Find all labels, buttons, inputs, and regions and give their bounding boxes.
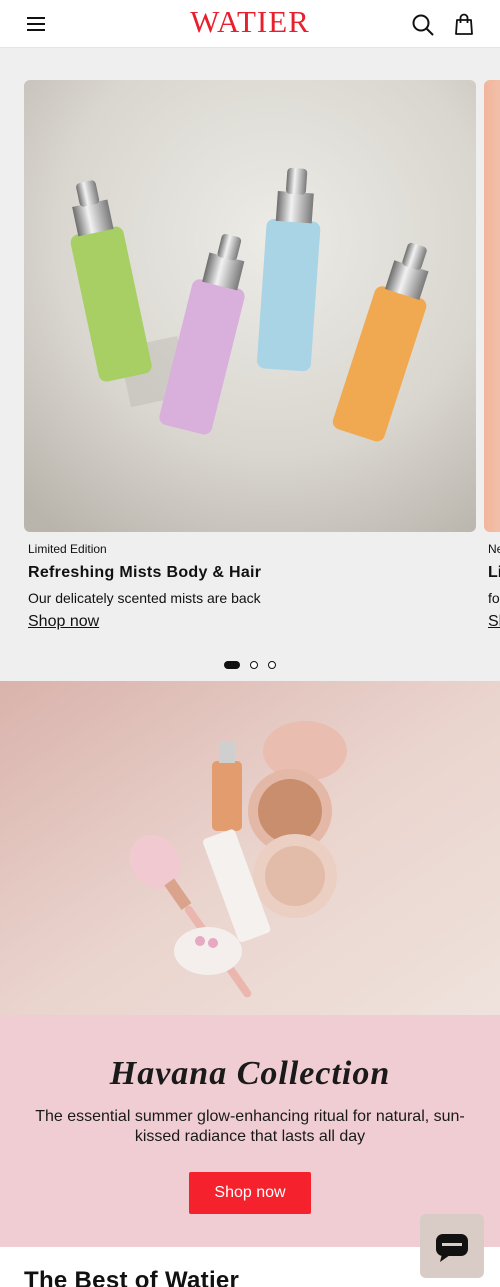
- slide-caption: Limited Edition Refreshing Mists Body & …: [28, 542, 468, 631]
- havana-collection-panel: Havana Collection The essential summer g…: [0, 1015, 500, 1247]
- havana-title: Havana Collection: [109, 1055, 391, 1092]
- next-slide-caption: Ne Li fo Sh: [488, 542, 500, 631]
- mist-bottles-photo: [24, 80, 476, 532]
- next-slide-link[interactable]: Sh: [488, 613, 500, 631]
- search-button[interactable]: [410, 12, 436, 38]
- carousel-pagination: [0, 659, 500, 671]
- site-header: WATIER: [0, 0, 500, 48]
- chat-bubble-icon: [436, 1234, 468, 1262]
- slide-title: Refreshing Mists Body & Hair: [28, 564, 262, 581]
- shopping-bag-icon: [455, 13, 473, 35]
- slide-image-mists[interactable]: [24, 80, 476, 532]
- pagination-dot-1[interactable]: [224, 661, 240, 669]
- best-of-title: The Best of Watier: [24, 1267, 240, 1287]
- hero-carousel: Limited Edition Refreshing Mists Body & …: [0, 48, 500, 681]
- havana-shop-now-button[interactable]: Shop now: [189, 1172, 311, 1214]
- next-slide-image[interactable]: [484, 80, 500, 532]
- havana-products-photo: [0, 681, 500, 1015]
- next-slide-eyebrow: Ne: [488, 542, 500, 556]
- cart-button[interactable]: [451, 11, 477, 37]
- next-slide-subtitle: fo: [488, 590, 500, 606]
- slide-shop-now-link[interactable]: Shop now: [28, 613, 99, 631]
- havana-description: The essential summer glow-enhancing ritu…: [35, 1108, 465, 1145]
- search-icon: [412, 14, 434, 36]
- pagination-dot-2[interactable]: [250, 661, 258, 669]
- slide-subtitle: Our delicately scented mists are back: [28, 590, 261, 606]
- slide-eyebrow: Limited Edition: [28, 542, 107, 556]
- pagination-dot-3[interactable]: [268, 661, 276, 669]
- havana-collection-image[interactable]: [0, 681, 500, 1015]
- next-slide-title: Li: [488, 564, 500, 581]
- chat-button[interactable]: [420, 1214, 484, 1278]
